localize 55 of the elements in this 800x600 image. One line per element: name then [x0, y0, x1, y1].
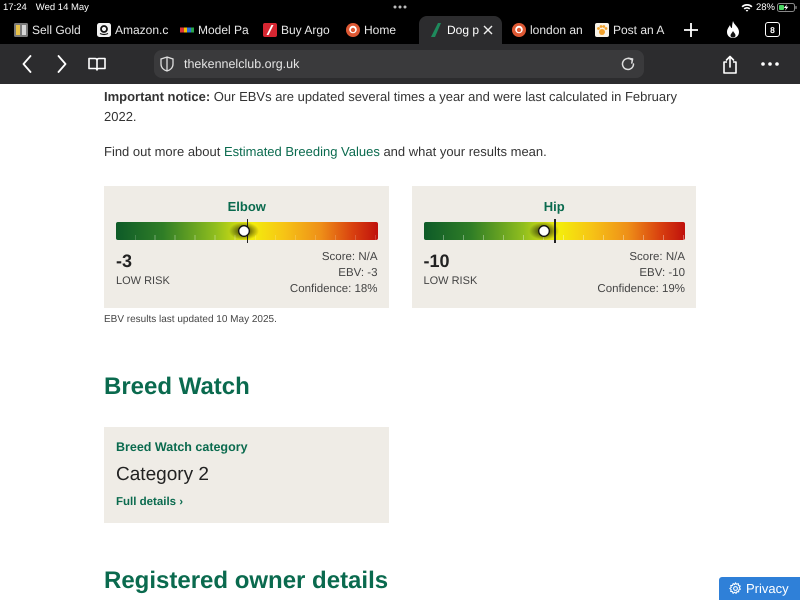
confidence-text: Confidence: 19% — [597, 282, 685, 297]
category-text: Category 2 — [116, 463, 210, 487]
score-text: Score: N/A — [628, 250, 685, 265]
back-icon[interactable] — [22, 55, 32, 73]
close-icon[interactable] — [483, 25, 494, 35]
browser-tab[interactable]: Post an A — [585, 15, 668, 44]
forward-icon[interactable] — [57, 55, 67, 73]
date-text: Wed 14 May — [36, 2, 89, 13]
smile-tile-icon — [97, 22, 111, 36]
address-field[interactable]: thekennelclub.org.uk — [154, 50, 644, 78]
ebv-value: -3 — [116, 250, 134, 272]
ebv-text: EBV: -3 — [337, 266, 378, 281]
slash-tile-icon — [263, 22, 277, 36]
details-link[interactable]: Full details › — [116, 494, 184, 510]
battery-charging-icon — [777, 3, 797, 12]
confidence-text: Confidence: 18% — [290, 282, 378, 297]
dot-circle-icon — [346, 22, 360, 36]
section-heading: Breed Watch — [104, 372, 251, 402]
tab-count-button[interactable]: 8 — [765, 22, 780, 37]
book-icon[interactable] — [88, 57, 106, 71]
more-icon[interactable] — [761, 62, 779, 66]
info-paragraph: Find out more about Estimated Breeding Values and what your results mean. — [104, 143, 548, 161]
risk-label: LOW RISK — [116, 274, 170, 289]
share-icon[interactable] — [722, 54, 738, 74]
battery-percent: 28% — [756, 2, 775, 13]
browser-tab[interactable]: Model Pa — [170, 15, 253, 44]
browser-tab[interactable]: Dog p — [419, 16, 502, 44]
gauge-title: Hip — [542, 199, 566, 215]
risk-label: LOW RISK — [424, 274, 478, 289]
section-heading: Registered owner details — [104, 566, 390, 596]
ebv-link[interactable]: Estimated Breeding Values — [224, 144, 380, 159]
paw-icon — [595, 22, 609, 36]
browser-tab[interactable]: Amazon.c — [87, 15, 170, 44]
ebv-text: EBV: -10 — [638, 266, 685, 281]
bar-tile-icon — [14, 22, 28, 36]
gear-icon — [729, 582, 742, 595]
gauge-title: Elbow — [226, 199, 267, 215]
multitasking-dots-icon[interactable] — [393, 5, 407, 9]
dot-circle-icon — [512, 22, 526, 36]
leaf-icon — [429, 23, 443, 37]
flame-icon[interactable] — [726, 21, 740, 38]
privacy-button[interactable]: Privacy — [719, 577, 800, 600]
clock-time: 17:24 — [3, 2, 27, 13]
score-text: Score: N/A — [320, 250, 378, 265]
update-note: EBV results last updated 10 May 2025. — [104, 313, 278, 327]
browser-tab[interactable]: Sell Gold — [4, 15, 87, 44]
ebv-value: -10 — [424, 250, 451, 272]
card-title: Breed Watch category — [116, 439, 249, 455]
shield-icon — [160, 56, 174, 72]
wifi-icon — [740, 3, 753, 12]
browser-tab[interactable]: Home — [336, 15, 419, 44]
browser-tab[interactable]: Buy Argo — [253, 15, 336, 44]
notice-paragraph: Important notice: Our EBVs are updated several times a year and were last calculated in February 2022. — [104, 88, 678, 126]
reload-icon[interactable] — [620, 56, 636, 72]
browser-tab[interactable]: london an — [502, 15, 585, 44]
